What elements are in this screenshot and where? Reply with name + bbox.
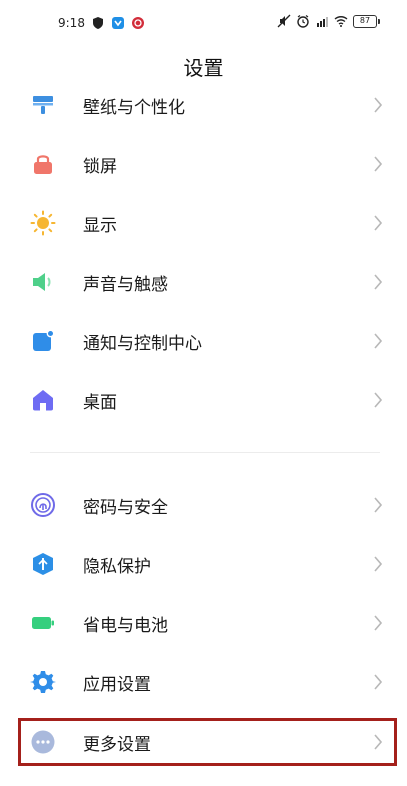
chevron-right-icon (374, 215, 383, 231)
settings-item-label: 应用设置 (83, 675, 151, 695)
settings-item-label: 密码与安全 (83, 498, 168, 518)
signal-icon (317, 17, 328, 27)
shield-icon (92, 17, 103, 29)
status-right: 87 (277, 14, 380, 28)
settings-item-label: 显示 (83, 216, 117, 236)
group-divider (30, 452, 380, 453)
status-time: 9:18 (58, 16, 85, 30)
battery-icon: 87 (353, 14, 380, 28)
settings-item-display[interactable]: 显示 (0, 196, 407, 252)
settings-item-lockscreen[interactable]: 锁屏 (0, 137, 407, 193)
settings-item-label: 隐私保护 (83, 557, 151, 577)
page-title: 设置 (183, 56, 224, 80)
chevron-right-icon (374, 333, 383, 349)
settings-item-label: 壁纸与个性化 (83, 98, 185, 118)
settings-item-security[interactable]: 密码与安全 (0, 478, 407, 534)
lock-icon (34, 155, 52, 174)
settings-item-label: 锁屏 (83, 157, 117, 177)
status-left: 9:18 (58, 16, 145, 30)
chevron-right-icon (374, 97, 383, 113)
chevron-right-icon (374, 274, 383, 290)
highlight-box (18, 718, 397, 766)
chevron-right-icon (374, 392, 383, 408)
settings-item-desktop[interactable]: 桌面 (0, 373, 407, 429)
settings-item-wallpaper[interactable]: 壁纸与个性化 (0, 78, 407, 134)
sun-icon (30, 210, 56, 236)
notification-icon (33, 329, 55, 351)
chevron-right-icon (374, 156, 383, 172)
fingerprint-icon (31, 493, 55, 517)
settings-item-label: 声音与触感 (83, 275, 168, 295)
download-icon (111, 17, 124, 29)
chevron-right-icon (374, 497, 383, 513)
speaker-icon (33, 273, 51, 291)
wifi-icon (334, 16, 348, 27)
app-badge-icon (131, 17, 144, 29)
settings-item-notifications[interactable]: 通知与控制中心 (0, 314, 407, 370)
settings-item-sound[interactable]: 声音与触感 (0, 255, 407, 311)
alarm-icon (297, 15, 309, 28)
battery-saver-icon (32, 617, 54, 629)
settings-item-battery[interactable]: 省电与电池 (0, 596, 407, 652)
chevron-right-icon (374, 615, 383, 631)
home-icon (33, 390, 53, 411)
settings-item-privacy[interactable]: 隐私保护 (0, 537, 407, 593)
gear-icon (30, 671, 56, 693)
chevron-right-icon (374, 556, 383, 572)
privacy-icon (33, 553, 53, 575)
settings-item-label: 桌面 (83, 393, 117, 413)
wallpaper-icon (33, 96, 53, 114)
chevron-right-icon (374, 674, 383, 690)
settings-item-apps[interactable]: 应用设置 (0, 655, 407, 711)
battery-level: 87 (359, 16, 371, 25)
settings-item-label: 省电与电池 (83, 616, 168, 636)
settings-item-label: 通知与控制中心 (83, 334, 202, 354)
mute-icon (277, 14, 291, 28)
status-bar: 9:18 87 (0, 0, 407, 46)
